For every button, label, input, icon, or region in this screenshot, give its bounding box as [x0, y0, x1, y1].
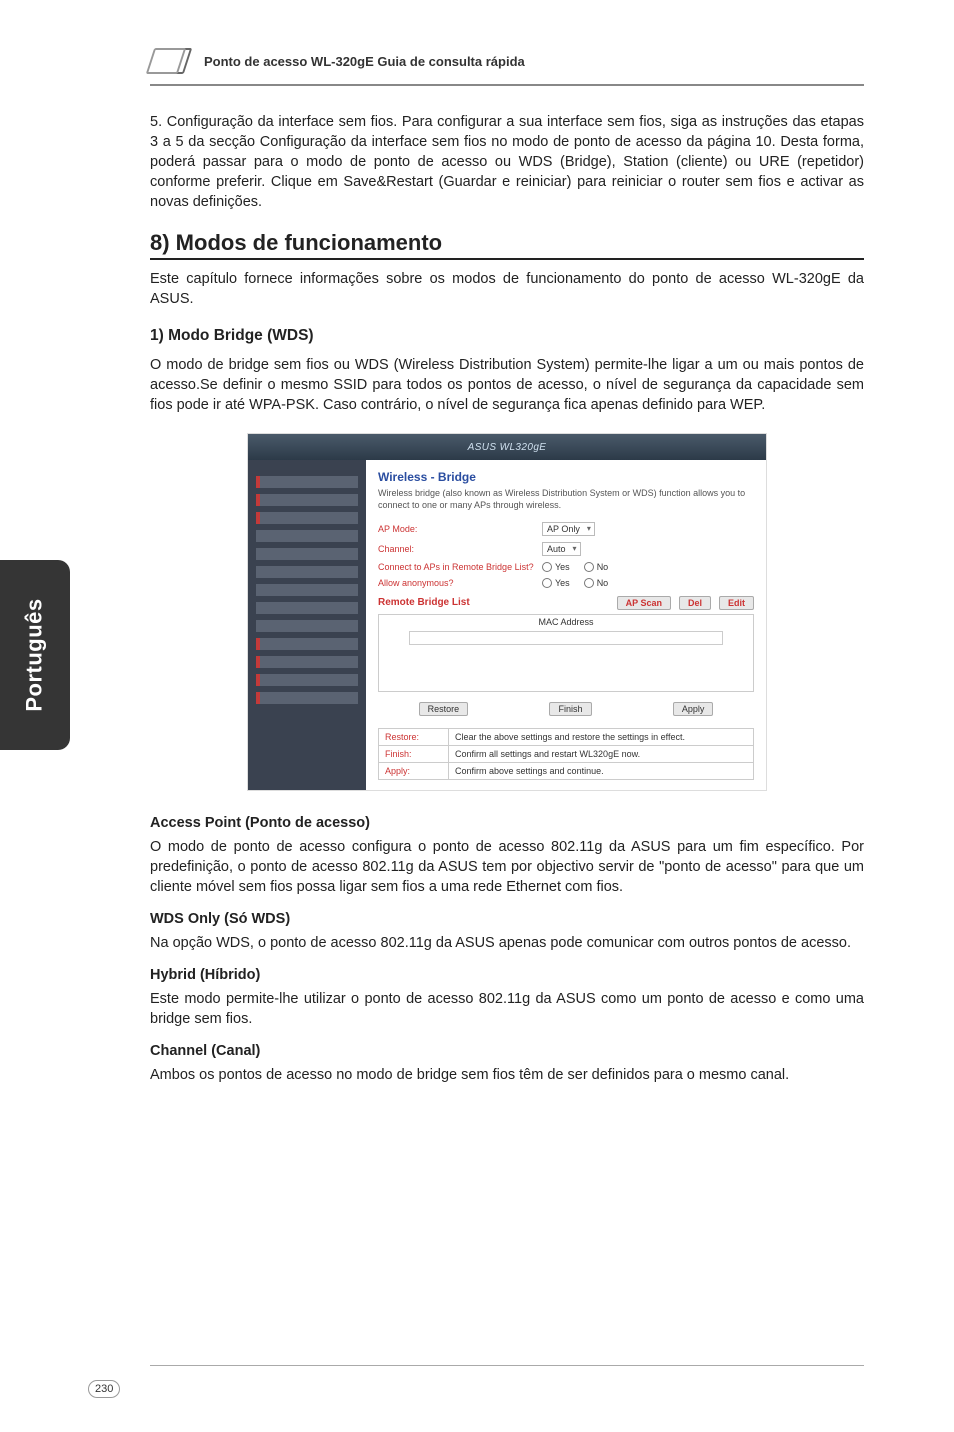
document-icon: [150, 48, 192, 74]
restore-button[interactable]: Restore: [419, 702, 469, 716]
sidebar-item[interactable]: [256, 548, 358, 560]
ap-mode-label: AP Mode:: [378, 524, 536, 534]
sidebar-item[interactable]: [256, 494, 358, 506]
wds-only-paragraph: Na opção WDS, o ponto de acesso 802.11g …: [150, 933, 864, 953]
sidebar-item[interactable]: [256, 530, 358, 542]
language-tab: Português: [0, 560, 70, 750]
finish-row-text: Confirm all settings and restart WL320gE…: [449, 745, 754, 762]
screenshot-main: Wireless - Bridge Wireless bridge (also …: [366, 460, 766, 789]
radio-yes-label: Yes: [555, 562, 570, 572]
mac-address-input[interactable]: [409, 631, 723, 645]
step-5-paragraph: 5. Configuração da interface sem fios. P…: [150, 112, 864, 212]
action-description-table: Restore: Clear the above settings and re…: [378, 728, 754, 780]
document-page: Português Ponto de acesso WL-320gE Guia …: [0, 0, 954, 1432]
sidebar-item[interactable]: [256, 638, 358, 650]
connect-no-radio[interactable]: No: [584, 562, 609, 572]
mac-address-header: MAC Address: [379, 615, 753, 629]
sidebar-item[interactable]: [256, 620, 358, 632]
table-row: Apply: Confirm above settings and contin…: [379, 762, 754, 779]
edit-button[interactable]: Edit: [719, 596, 754, 610]
remote-bridge-list-heading: Remote Bridge List AP Scan Del Edit: [378, 596, 754, 610]
sidebar-item[interactable]: [256, 656, 358, 668]
apply-row-text: Confirm above settings and continue.: [449, 762, 754, 779]
bridge-mode-heading: 1) Modo Bridge (WDS): [150, 327, 864, 345]
sidebar-item[interactable]: [256, 674, 358, 686]
screenshot-body: Wireless - Bridge Wireless bridge (also …: [248, 460, 766, 789]
hybrid-paragraph: Este modo permite-lhe utilizar o ponto d…: [150, 989, 864, 1029]
footer-rule: [150, 1365, 864, 1366]
bridge-mode-paragraph: O modo de bridge sem fios ou WDS (Wirele…: [150, 355, 864, 415]
connect-label: Connect to APs in Remote Bridge List?: [378, 562, 536, 572]
channel-select[interactable]: Auto: [542, 542, 581, 556]
page-number: 230: [88, 1380, 120, 1398]
radio-yes-label: Yes: [555, 578, 570, 588]
section-8-rule: [150, 258, 864, 260]
anon-row: Allow anonymous? Yes No: [378, 578, 754, 588]
screenshot-titlebar: ASUS WL320gE: [248, 434, 766, 460]
channel-paragraph: Ambos os pontos de acesso no modo de bri…: [150, 1065, 864, 1085]
channel-label: Channel:: [378, 544, 536, 554]
apply-row-label: Apply:: [379, 762, 449, 779]
radio-no-label: No: [597, 562, 609, 572]
anon-no-radio[interactable]: No: [584, 578, 609, 588]
finish-row-label: Finish:: [379, 745, 449, 762]
sidebar-item[interactable]: [256, 566, 358, 578]
mac-address-box: MAC Address: [378, 614, 754, 692]
remote-bridge-list-label: Remote Bridge List: [378, 597, 470, 608]
screenshot-sidebar: [248, 460, 366, 789]
access-point-paragraph: O modo de ponto de acesso configura o po…: [150, 837, 864, 897]
ap-scan-button[interactable]: AP Scan: [617, 596, 671, 610]
restore-row-label: Restore:: [379, 728, 449, 745]
restore-row-text: Clear the above settings and restore the…: [449, 728, 754, 745]
sidebar-item[interactable]: [256, 692, 358, 704]
sidebar-item[interactable]: [256, 602, 358, 614]
wireless-bridge-heading: Wireless - Bridge: [378, 470, 754, 484]
wireless-bridge-desc: Wireless bridge (also known as Wireless …: [378, 488, 754, 511]
language-tab-label: Português: [22, 598, 48, 711]
hybrid-heading: Hybrid (Híbrido): [150, 967, 864, 983]
connect-row: Connect to APs in Remote Bridge List? Ye…: [378, 562, 754, 572]
header-title: Ponto de acesso WL-320gE Guia de consult…: [204, 54, 525, 69]
page-header: Ponto de acesso WL-320gE Guia de consult…: [150, 48, 864, 76]
channel-heading: Channel (Canal): [150, 1043, 864, 1059]
ap-mode-row: AP Mode: AP Only: [378, 522, 754, 536]
section-8-intro: Este capítulo fornece informações sobre …: [150, 270, 864, 309]
finish-button[interactable]: Finish: [549, 702, 591, 716]
del-button[interactable]: Del: [679, 596, 711, 610]
access-point-heading: Access Point (Ponto de acesso): [150, 815, 864, 831]
anon-label: Allow anonymous?: [378, 578, 536, 588]
ap-mode-select[interactable]: AP Only: [542, 522, 595, 536]
table-row: Restore: Clear the above settings and re…: [379, 728, 754, 745]
header-rule: [150, 84, 864, 86]
wds-only-heading: WDS Only (Só WDS): [150, 911, 864, 927]
sidebar-item[interactable]: [256, 512, 358, 524]
sidebar-item[interactable]: [256, 584, 358, 596]
router-config-screenshot: ASUS WL320gE Wireless - Bridge Wireless …: [247, 433, 767, 790]
table-row: Finish: Confirm all settings and restart…: [379, 745, 754, 762]
section-8-heading: 8) Modos de funcionamento: [150, 230, 864, 256]
anon-yes-radio[interactable]: Yes: [542, 578, 570, 588]
action-buttons-row: Restore Finish Apply: [378, 702, 754, 716]
radio-no-label: No: [597, 578, 609, 588]
apply-button[interactable]: Apply: [673, 702, 714, 716]
sidebar-item[interactable]: [256, 476, 358, 488]
connect-yes-radio[interactable]: Yes: [542, 562, 570, 572]
channel-row: Channel: Auto: [378, 542, 754, 556]
